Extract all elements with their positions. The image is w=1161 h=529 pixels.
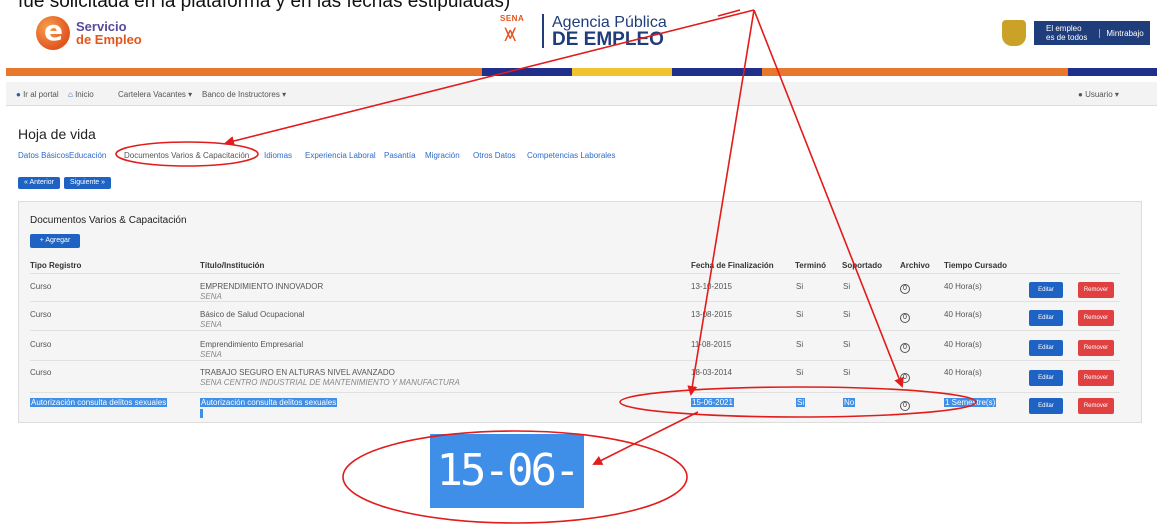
annotation-overlay bbox=[115, 9, 977, 524]
ellipse-row-highlight bbox=[619, 386, 977, 418]
arrow-to-date bbox=[687, 9, 755, 396]
ellipse-tab-highlight bbox=[115, 141, 259, 167]
arrow-to-tab bbox=[224, 9, 755, 146]
arrow-to-archivo bbox=[753, 9, 904, 388]
ellipse-zoom-highlight bbox=[342, 430, 688, 524]
